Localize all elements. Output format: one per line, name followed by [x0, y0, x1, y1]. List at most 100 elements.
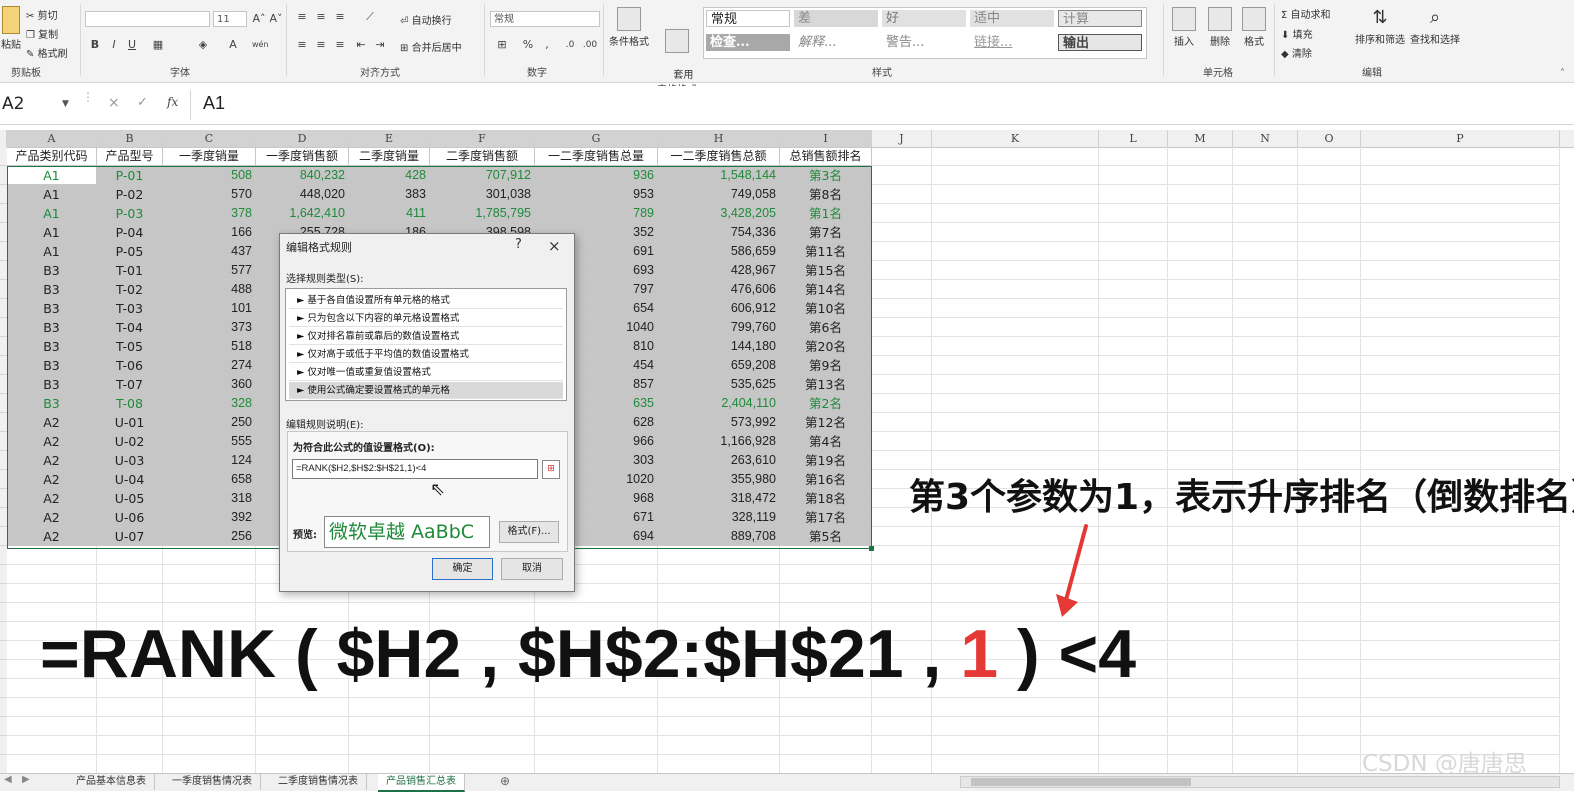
empty-cell[interactable] [1233, 299, 1298, 318]
empty-cell[interactable] [1233, 242, 1298, 261]
currency-icon[interactable]: ⊞ [494, 37, 510, 53]
row-header[interactable] [0, 242, 7, 261]
table-cell[interactable]: 383 [349, 185, 430, 204]
empty-cell[interactable] [1233, 565, 1298, 584]
empty-cell[interactable] [658, 565, 780, 584]
empty-cell[interactable] [1361, 698, 1560, 717]
row-header[interactable] [0, 413, 7, 432]
merge-center-button[interactable]: ⊞ 合并后居中 [400, 39, 462, 54]
empty-cell[interactable] [872, 432, 932, 451]
column-header[interactable]: F [430, 130, 535, 147]
empty-cell[interactable] [932, 375, 1099, 394]
underline-button[interactable]: U [124, 37, 140, 53]
fill-handle[interactable] [869, 546, 874, 551]
table-cell[interactable]: 953 [535, 185, 658, 204]
table-cell[interactable]: 263,610 [658, 451, 780, 470]
table-cell[interactable]: 476,606 [658, 280, 780, 299]
empty-cell[interactable] [1233, 546, 1298, 565]
column-header[interactable]: A [7, 130, 97, 147]
column-header[interactable]: D [256, 130, 349, 147]
orientation-icon[interactable]: ⟋ [362, 9, 378, 25]
delete-button[interactable]: 删除 [1202, 7, 1238, 48]
font-name-input[interactable] [85, 11, 210, 27]
empty-cell[interactable] [932, 242, 1099, 261]
empty-cell[interactable] [1233, 660, 1298, 679]
formula-input-field[interactable]: =RANK($H2,$H$2:$H$21,1)<4 [292, 459, 538, 479]
empty-cell[interactable] [1099, 147, 1168, 166]
fill-button[interactable]: ⬇ 填充 [1281, 26, 1313, 41]
row-header[interactable] [0, 679, 7, 698]
empty-cell[interactable] [1099, 337, 1168, 356]
empty-cell[interactable] [1233, 413, 1298, 432]
style-explanatory[interactable]: 解释... [794, 34, 878, 51]
empty-cell[interactable] [872, 375, 932, 394]
empty-cell[interactable] [1298, 660, 1361, 679]
empty-cell[interactable] [1099, 717, 1168, 736]
empty-cell[interactable] [1099, 261, 1168, 280]
column-header[interactable]: O [1298, 130, 1361, 147]
empty-cell[interactable] [1298, 546, 1361, 565]
table-cell[interactable]: 373 [163, 318, 256, 337]
empty-cell[interactable] [1361, 413, 1560, 432]
empty-cell[interactable] [872, 223, 932, 242]
style-good[interactable]: 好 [882, 10, 966, 27]
empty-cell[interactable] [1361, 565, 1560, 584]
column-header[interactable]: J [872, 130, 932, 147]
empty-cell[interactable] [780, 698, 872, 717]
empty-cell[interactable] [1361, 679, 1560, 698]
empty-cell[interactable] [97, 565, 163, 584]
empty-cell[interactable] [1361, 641, 1560, 660]
table-cell[interactable]: 144,180 [658, 337, 780, 356]
table-cell[interactable]: A1 [7, 223, 97, 242]
rule-type-item[interactable]: ► 仅对高于或低于平均值的数值设置格式 [289, 346, 563, 363]
empty-cell[interactable] [430, 755, 535, 774]
table-cell[interactable]: 428,967 [658, 261, 780, 280]
percent-button[interactable]: % [520, 37, 536, 53]
row-header[interactable] [0, 261, 7, 280]
table-cell[interactable]: 2,404,110 [658, 394, 780, 413]
empty-cell[interactable] [1099, 280, 1168, 299]
table-cell[interactable]: U-04 [97, 470, 163, 489]
empty-cell[interactable] [932, 394, 1099, 413]
empty-cell[interactable] [1168, 166, 1233, 185]
conditional-format-button[interactable]: 条件格式 [607, 7, 651, 48]
clear-button[interactable]: ◆ 清除 [1281, 45, 1312, 60]
empty-cell[interactable] [1233, 527, 1298, 546]
table-cell[interactable]: 301,038 [430, 185, 535, 204]
empty-cell[interactable] [7, 717, 97, 736]
rule-type-item[interactable]: ► 仅对唯一值或重复值设置格式 [289, 364, 563, 381]
table-cell[interactable]: 508 [163, 166, 256, 185]
row-header[interactable] [0, 356, 7, 375]
empty-cell[interactable] [872, 546, 932, 565]
table-cell[interactable]: 378 [163, 204, 256, 223]
column-header[interactable]: C [163, 130, 256, 147]
table-cell[interactable]: 第5名 [780, 527, 872, 546]
name-box-dropdown-icon[interactable]: ▼ [62, 99, 69, 109]
table-header-cell[interactable]: 总销售额排名 [780, 147, 872, 166]
empty-cell[interactable] [1168, 432, 1233, 451]
row-header[interactable] [0, 717, 7, 736]
empty-cell[interactable] [658, 546, 780, 565]
empty-cell[interactable] [1099, 185, 1168, 204]
row-header[interactable] [0, 375, 7, 394]
empty-cell[interactable] [1099, 432, 1168, 451]
empty-cell[interactable] [1361, 337, 1560, 356]
table-cell[interactable]: 1,548,144 [658, 166, 780, 185]
table-cell[interactable]: 570 [163, 185, 256, 204]
empty-cell[interactable] [932, 185, 1099, 204]
table-cell[interactable]: 577 [163, 261, 256, 280]
table-cell[interactable]: T-08 [97, 394, 163, 413]
paste-button[interactable]: 粘贴 [0, 6, 22, 51]
table-cell[interactable]: U-02 [97, 432, 163, 451]
table-cell[interactable]: 1,785,795 [430, 204, 535, 223]
table-cell[interactable]: 360 [163, 375, 256, 394]
empty-cell[interactable] [1233, 204, 1298, 223]
empty-cell[interactable] [1298, 622, 1361, 641]
empty-cell[interactable] [535, 755, 658, 774]
empty-cell[interactable] [1168, 546, 1233, 565]
empty-cell[interactable] [1233, 736, 1298, 755]
empty-cell[interactable] [1099, 413, 1168, 432]
empty-cell[interactable] [1233, 394, 1298, 413]
empty-cell[interactable] [1361, 622, 1560, 641]
empty-cell[interactable] [1168, 679, 1233, 698]
